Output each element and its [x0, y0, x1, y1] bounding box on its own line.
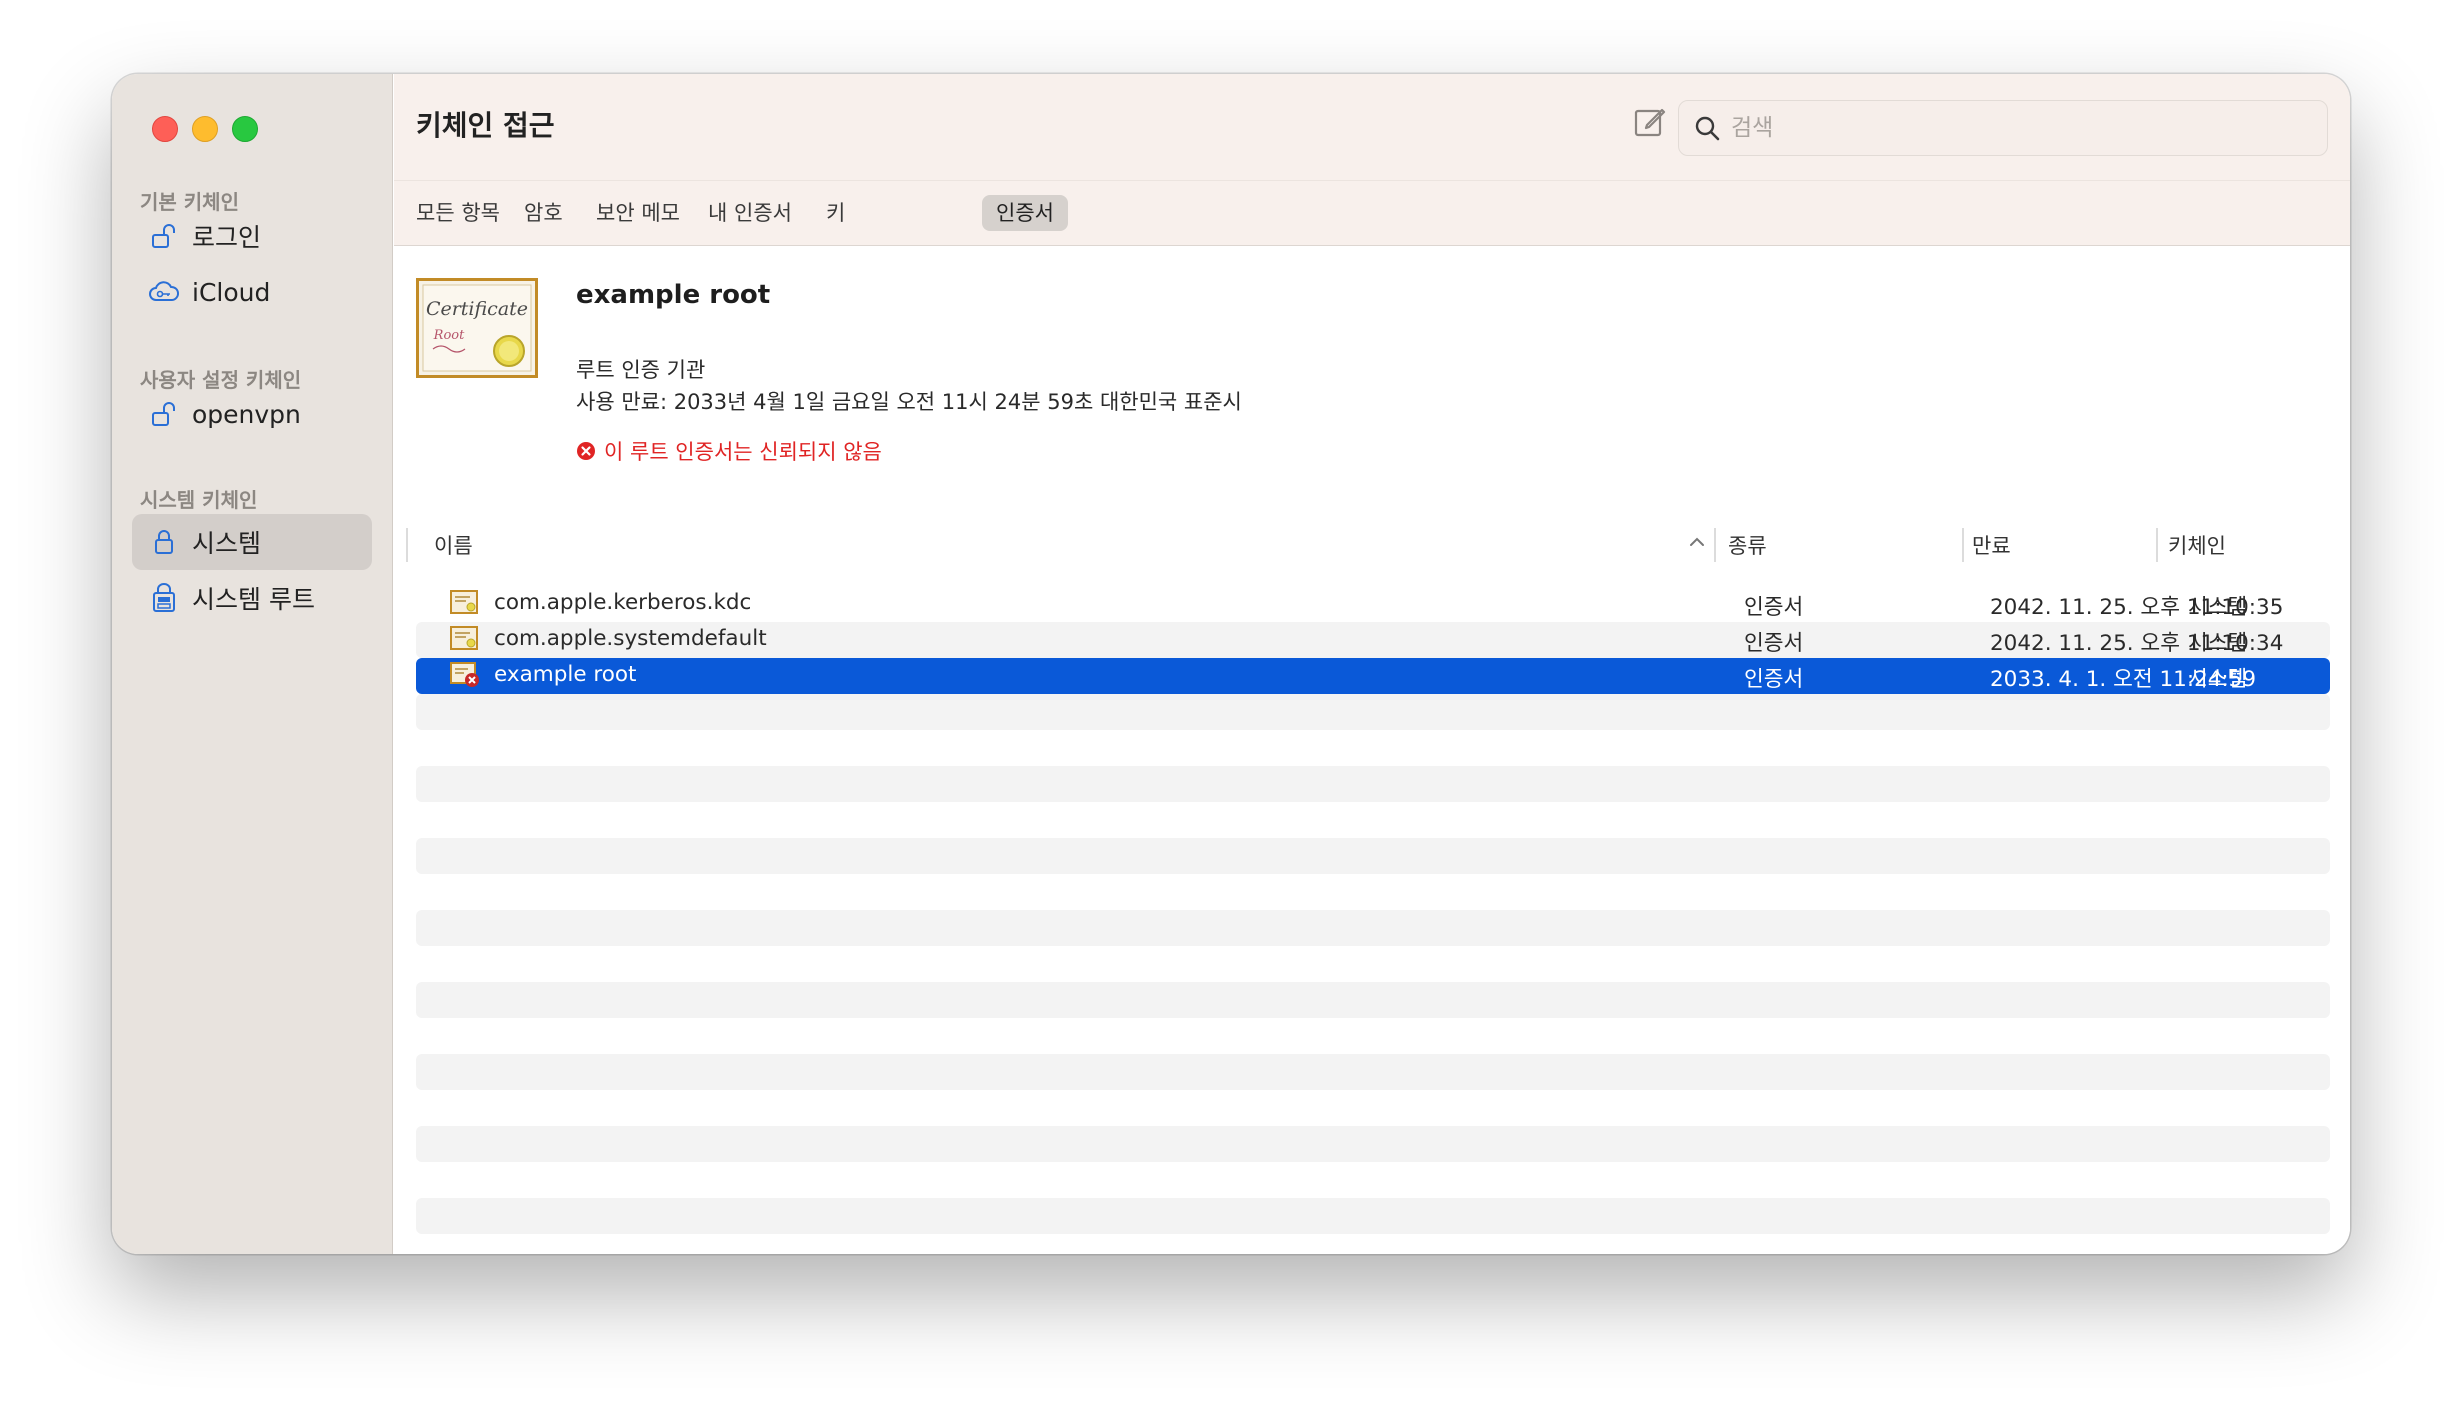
sidebar-item-label: iCloud: [192, 277, 271, 307]
table-header: 이름 종류 만료 키체인: [394, 514, 2350, 575]
tab-keys[interactable]: 키: [812, 195, 859, 231]
empty-row: [416, 1198, 2330, 1234]
window-title: 키체인 접근: [416, 109, 555, 142]
certificate-list: com.apple.kerberos.kdc 인증서 2042. 11. 25.…: [394, 574, 2350, 1254]
empty-row: [416, 1054, 2330, 1090]
compose-icon: [1633, 105, 1667, 143]
certificate-name: example root: [576, 280, 771, 310]
sidebar: 기본 키체인 로그인 iCloud 사용자 설정 키체인 openvpn 시스템…: [112, 74, 393, 1254]
close-window-button[interactable]: [152, 116, 178, 142]
category-tabs: 모든 항목 암호 보안 메모 내 인증서 키 인증서: [394, 180, 2350, 246]
empty-row: [416, 1126, 2330, 1162]
certificate-icon-label: Certificate: [426, 298, 528, 320]
certificate-icon: Certificate Root: [416, 278, 538, 378]
empty-row: [416, 982, 2330, 1018]
sidebar-item-login[interactable]: 로그인: [132, 208, 372, 264]
certificate-file-icon: [450, 626, 478, 650]
row-keychain: 시스템: [2188, 667, 2248, 692]
unlocked-padlock-icon: [148, 398, 180, 430]
row-kind: 인증서: [1744, 667, 1804, 692]
column-header-kind[interactable]: 종류: [1728, 530, 1767, 560]
empty-row: [416, 910, 2330, 946]
empty-row: [416, 838, 2330, 874]
row-name: example root: [494, 662, 637, 687]
tab-passwords[interactable]: 암호: [510, 195, 577, 231]
chevron-up-icon[interactable]: [1688, 534, 1706, 554]
sidebar-item-label: 시스템 루트: [192, 585, 315, 614]
row-kind: 인증서: [1744, 595, 1804, 620]
column-header-name[interactable]: 이름: [434, 530, 473, 560]
tab-certificates[interactable]: 인증서: [982, 195, 1068, 231]
sidebar-item-label: 시스템: [192, 529, 262, 558]
sidebar-item-label: openvpn: [192, 399, 301, 429]
sidebar-item-system[interactable]: 시스템: [132, 514, 372, 570]
row-keychain: 시스템: [2188, 631, 2248, 656]
column-separator[interactable]: [1962, 528, 1964, 562]
locked-padlock-icon: [148, 526, 180, 558]
search-input[interactable]: [1729, 114, 2293, 142]
sidebar-item-openvpn[interactable]: openvpn: [132, 386, 372, 442]
column-separator: [406, 528, 408, 562]
table-row-selected[interactable]: example root 인증서 2033. 4. 1. 오전 11:24:59…: [416, 658, 2330, 694]
sidebar-item-system-roots[interactable]: 시스템 루트: [132, 570, 372, 626]
certificate-summary: Certificate Root example root 루트 인증 기관 사…: [394, 246, 2350, 526]
search-field[interactable]: [1678, 100, 2328, 156]
error-circle-icon: [576, 441, 596, 461]
row-kind: 인증서: [1744, 631, 1804, 656]
empty-row: [416, 694, 2330, 730]
table-row[interactable]: com.apple.systemdefault 인증서 2042. 11. 25…: [416, 622, 2330, 658]
empty-row: [416, 766, 2330, 802]
sidebar-item-label: 로그인: [192, 223, 262, 252]
column-separator[interactable]: [1714, 528, 1716, 562]
zoom-window-button[interactable]: [232, 116, 258, 142]
row-name: com.apple.kerberos.kdc: [494, 590, 752, 615]
trust-warning: 이 루트 인증서는 신뢰되지 않음: [576, 436, 882, 466]
certificate-file-icon: [450, 590, 478, 614]
column-header-keychain[interactable]: 키체인: [2168, 530, 2226, 560]
keychain-window: 기본 키체인 로그인 iCloud 사용자 설정 키체인 openvpn 시스템…: [112, 74, 2350, 1254]
tab-my-certificates[interactable]: 내 인증서: [694, 195, 806, 231]
cabinet-lock-icon: [148, 582, 180, 614]
sidebar-section-system: 시스템 키체인: [140, 488, 258, 512]
certificate-kind: 루트 인증 기관: [576, 358, 706, 382]
sidebar-item-icloud[interactable]: iCloud: [132, 264, 372, 320]
toolbar: 키체인 접근: [394, 74, 2350, 180]
compose-button[interactable]: [1630, 104, 1670, 144]
trust-warning-text: 이 루트 인증서는 신뢰되지 않음: [604, 440, 882, 464]
cloud-key-icon: [148, 276, 180, 308]
column-separator[interactable]: [2156, 528, 2158, 562]
minimize-window-button[interactable]: [192, 116, 218, 142]
tab-all-items[interactable]: 모든 항목: [402, 195, 514, 231]
search-icon: [1693, 114, 1721, 142]
certificate-icon-sublabel: Root: [433, 328, 465, 343]
table-row[interactable]: com.apple.kerberos.kdc 인증서 2042. 11. 25.…: [416, 586, 2330, 622]
unlocked-padlock-icon: [148, 220, 180, 252]
row-keychain: 시스템: [2188, 595, 2248, 620]
row-name: com.apple.systemdefault: [494, 626, 767, 651]
column-header-expires[interactable]: 만료: [1972, 530, 2011, 560]
tab-secure-notes[interactable]: 보안 메모: [582, 195, 694, 231]
untrusted-certificate-icon: [450, 662, 479, 687]
certificate-expiry: 사용 만료: 2033년 4월 1일 금요일 오전 11시 24분 59초 대한…: [576, 390, 1242, 414]
